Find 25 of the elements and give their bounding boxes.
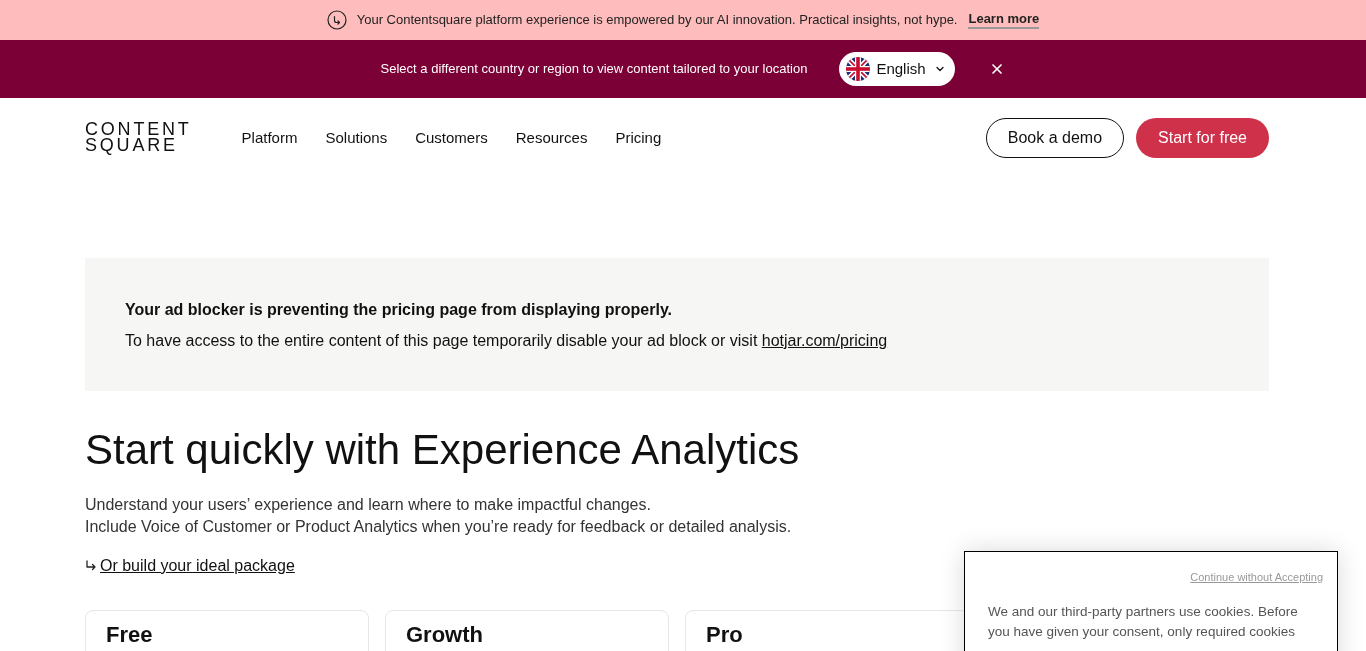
- region-text: Select a different country or region to view content tailored to your location: [380, 60, 808, 79]
- logo[interactable]: CONTENT SQUARE: [85, 121, 192, 153]
- plan-name: Pro: [706, 623, 744, 647]
- nav-link[interactable]: Customers: [415, 126, 488, 150]
- intro-text: Include Voice of Customer or Product Analytics when you’re ready for feedback or detailed analysis.: [85, 517, 793, 537]
- start-free-button[interactable]: Start for free: [1136, 118, 1269, 158]
- language-selector[interactable]: English: [839, 52, 956, 86]
- plan-name: Growth: [406, 623, 484, 647]
- announcement-text: Your Contentsquare platform experience is empowered by our AI innovation. Practical insights, not hype.: [356, 11, 958, 30]
- pricing-link[interactable]: hotjar.com/pricing: [761, 332, 888, 349]
- learn-more-link[interactable]: Learn more: [968, 11, 1040, 29]
- nav-link[interactable]: Resources: [515, 126, 588, 150]
- book-demo-button[interactable]: Book a demo: [985, 118, 1125, 158]
- page-heading: Start quickly with Experience Analytics: [85, 426, 801, 474]
- nav-link[interactable]: Pricing: [615, 126, 662, 150]
- nav-link[interactable]: Platform: [241, 126, 298, 150]
- notice-text: To have access to the entire content of this page temporarily disable your ad block or visit hotjar.com/pricing: [125, 331, 889, 351]
- cookie-text: We and our third-party partners use cookies. Before you have given your consent, only required cookies: [987, 603, 1299, 641]
- notice-title: Your ad blocker is preventing the pricing page from displaying properly.: [125, 300, 674, 320]
- intro-text: Understand your users’ experience and learn where to make impactful changes.: [85, 495, 652, 515]
- corner-arrow-icon: [85, 560, 97, 572]
- nav-link[interactable]: Solutions: [325, 126, 388, 150]
- flag-icon: [846, 57, 871, 81]
- plan-name: Free: [106, 623, 154, 647]
- build-package-link[interactable]: Or build your ideal package: [100, 555, 295, 577]
